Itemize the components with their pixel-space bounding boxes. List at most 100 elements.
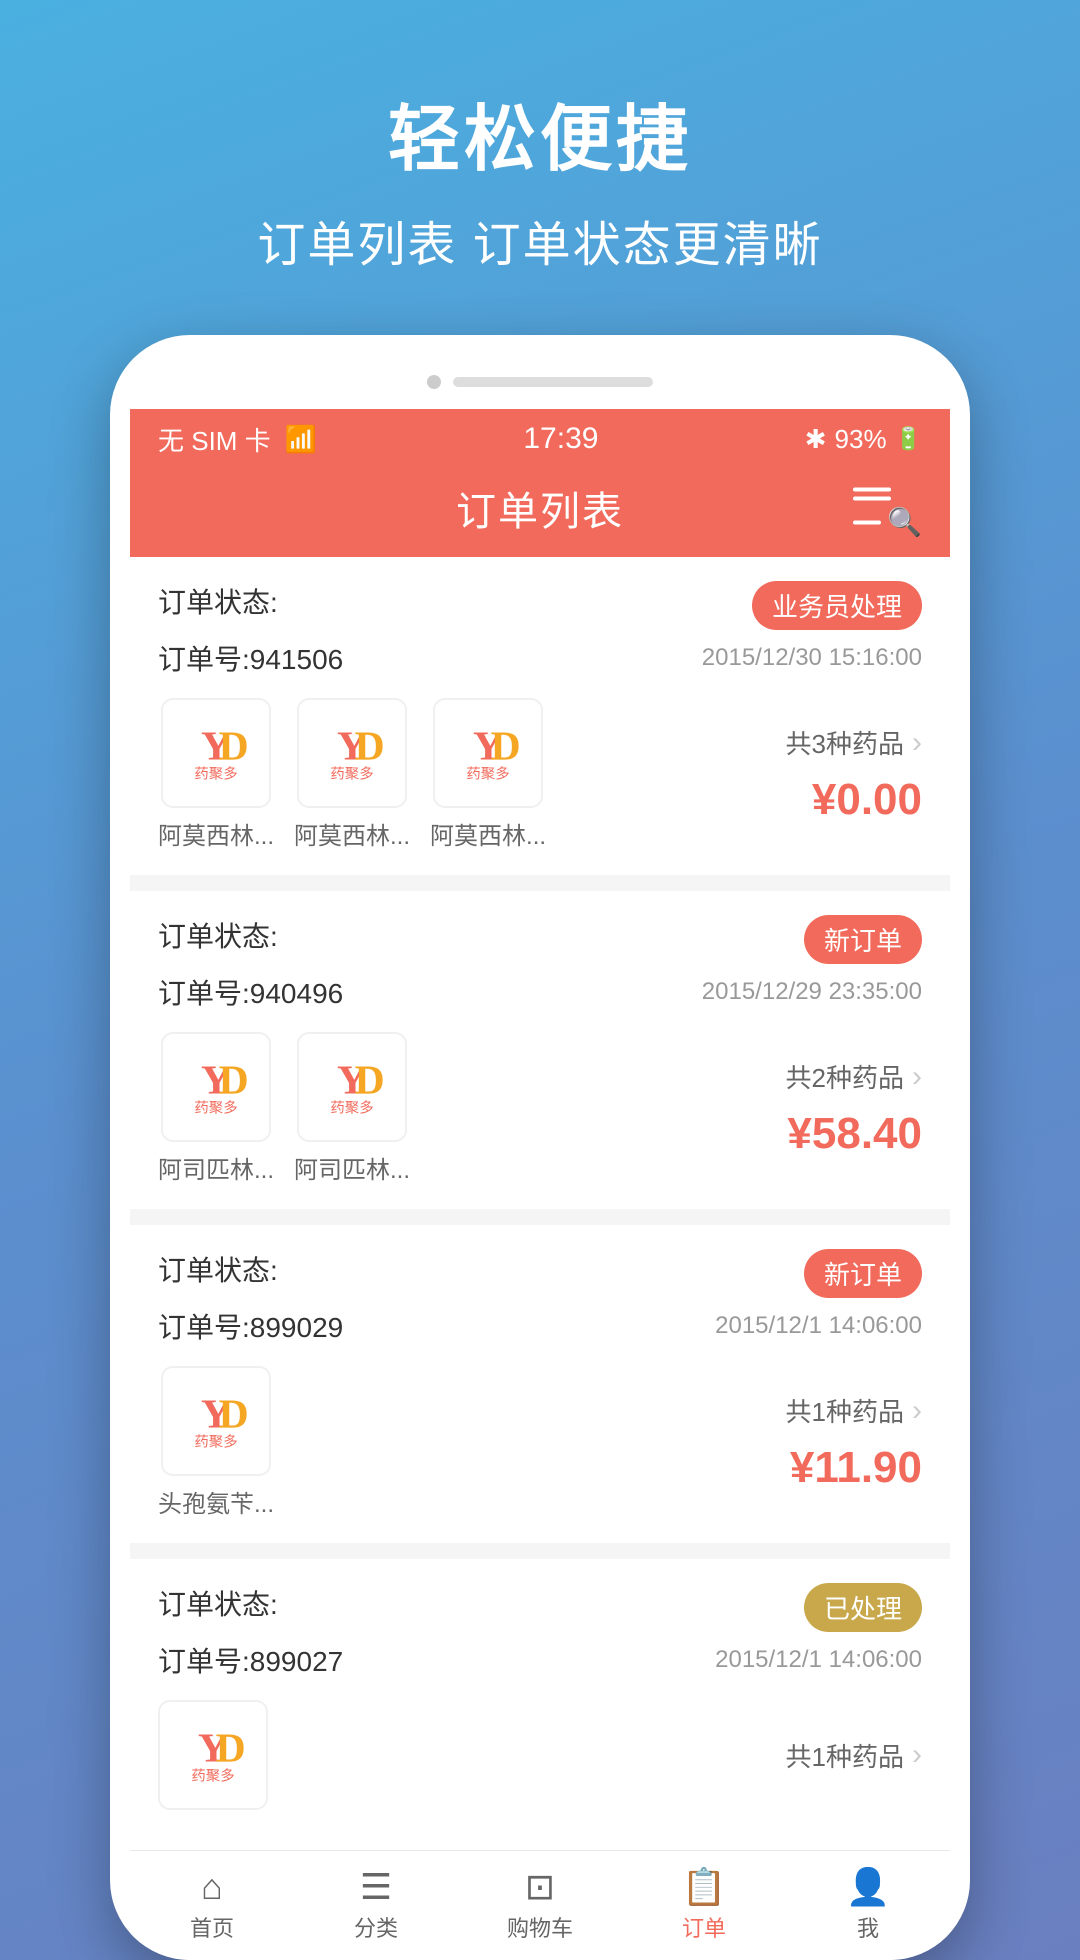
top-promo-section: 轻松便捷 订单列表 订单状态更清晰 [257,0,822,335]
tab-label: 我 [857,1911,879,1943]
drug-item: Y D 药聚多 阿司匹林... [158,1032,274,1185]
drug-logo: Y D 药聚多 [433,698,543,808]
drug-logo: Y D 药聚多 [161,698,271,808]
bluetooth-icon: ✱ [805,424,827,455]
page-title: 订单列表 [456,479,624,537]
carrier-label: 无 SIM 卡 [158,421,271,458]
svg-text:D: D [355,722,385,768]
tab-item-分类[interactable]: ☰ 分类 [294,1851,458,1960]
order-header: 订单状态: 已处理 [158,1583,922,1632]
chevron-right-icon: › [912,1394,922,1428]
order-header: 订单状态: 新订单 [158,1249,922,1298]
order-status-label: 订单状态: [158,581,278,621]
svg-text:D: D [219,722,249,768]
filter-search-button[interactable]: 🔍 [853,488,922,539]
chevron-right-icon: › [912,726,922,760]
count-text: 共3种药品 [786,724,904,761]
category-icon: ☰ [360,1869,392,1905]
svg-text:D: D [491,722,521,768]
status-right: ✱ 93% 🔋 [805,424,922,455]
phone-notch [130,365,950,409]
order-price: ¥11.90 [790,1443,922,1493]
order-list: 订单状态: 业务员处理 订单号:941506 2015/12/30 15:16:… [130,557,950,1834]
order-right: 共1种药品 › [786,1737,922,1774]
battery-percent: 93% [835,424,887,455]
order-items-row: Y D 药聚多 头孢氨苄... 共1种药品 › ¥11.90 [158,1366,922,1519]
svg-text:药聚多: 药聚多 [191,1768,234,1785]
svg-text:药聚多: 药聚多 [194,766,237,783]
items-count: 共2种药品 › [786,1058,922,1095]
order-date: 2015/12/1 14:06:00 [715,1312,922,1340]
drug-logo: Y D 药聚多 [158,1700,268,1810]
drug-name: 阿莫西林... [430,816,546,851]
menu-line-3 [853,520,881,524]
tab-bar: ⌂ 首页 ☰ 分类 ⊡ 购物车 📋 订单 👤 我 [130,1850,950,1960]
drug-name: 阿莫西林... [158,816,274,851]
svg-text:药聚多: 药聚多 [330,1100,373,1117]
order-right: 共2种药品 › ¥58.40 [786,1058,922,1159]
drug-name: 阿司匹林... [294,1150,410,1185]
battery-icon: 🔋 [895,426,922,452]
items-count: 共3种药品 › [786,724,922,761]
tab-item-首页[interactable]: ⌂ 首页 [130,1851,294,1960]
svg-text:药聚多: 药聚多 [194,1100,237,1117]
top-subtitle: 订单列表 订单状态更清晰 [257,205,822,275]
drug-name: 阿司匹林... [158,1150,274,1185]
order-status-label: 订单状态: [158,915,278,955]
order-badge: 新订单 [804,1249,922,1298]
svg-text:D: D [219,1056,249,1102]
svg-text:D: D [216,1724,246,1770]
drug-logo: Y D 药聚多 [297,698,407,808]
tab-label: 订单 [682,1911,726,1943]
drug-logo: Y D 药聚多 [161,1032,271,1142]
order-items-row: Y D 药聚多 共1种药品 › [158,1700,922,1810]
order-header: 订单状态: 业务员处理 [158,581,922,630]
order-status-label: 订单状态: [158,1249,278,1289]
order-number: 订单号:899029 [158,1306,343,1346]
drug-item: Y D 药聚多 头孢氨苄... [158,1366,274,1519]
search-icon: 🔍 [887,506,922,539]
drug-item: Y D 药聚多 阿莫西林... [430,698,546,851]
drug-item: Y D 药聚多 阿莫西林... [158,698,274,851]
nav-bar: 订单列表 🔍 [130,469,950,557]
profile-icon: 👤 [846,1869,891,1905]
count-text: 共1种药品 [786,1737,904,1774]
chevron-right-icon: › [912,1060,922,1094]
svg-text:D: D [219,1390,249,1436]
status-left: 无 SIM 卡 📶 [158,421,317,458]
tab-item-购物车[interactable]: ⊡ 购物车 [458,1851,622,1960]
order-number: 订单号:941506 [158,638,343,678]
order-number: 订单号:940496 [158,972,343,1012]
drug-name: 阿莫西林... [294,816,410,851]
order-info-row: 订单号:899027 2015/12/1 14:06:00 [158,1640,922,1680]
order-badge: 业务员处理 [752,581,922,630]
orders-icon: 📋 [682,1869,727,1905]
drug-logo: Y D 药聚多 [161,1366,271,1476]
time-display: 17:39 [523,422,598,456]
drug-name: 头孢氨苄... [158,1484,274,1519]
order-items-row: Y D 药聚多 阿莫西林... Y D 药聚多 阿莫西林... Y D 药聚多 … [158,698,922,851]
order-badge: 新订单 [804,915,922,964]
notch-bar [453,377,653,387]
tab-label: 购物车 [507,1911,573,1943]
order-number: 订单号:899027 [158,1640,343,1680]
svg-text:D: D [355,1056,385,1102]
svg-text:药聚多: 药聚多 [330,766,373,783]
order-card[interactable]: 订单状态: 业务员处理 订单号:941506 2015/12/30 15:16:… [130,557,950,875]
notch-dot [427,375,441,389]
tab-item-我[interactable]: 👤 我 [786,1851,950,1960]
order-card[interactable]: 订单状态: 已处理 订单号:899027 2015/12/1 14:06:00 … [130,1559,950,1834]
tab-item-订单[interactable]: 📋 订单 [622,1851,786,1960]
order-card[interactable]: 订单状态: 新订单 订单号:899029 2015/12/1 14:06:00 … [130,1225,950,1543]
home-icon: ⌂ [201,1869,223,1905]
order-status-label: 订单状态: [158,1583,278,1623]
drug-item: Y D 药聚多 [158,1700,268,1810]
tab-label: 首页 [190,1911,234,1943]
order-card[interactable]: 订单状态: 新订单 订单号:940496 2015/12/29 23:35:00… [130,891,950,1209]
count-text: 共1种药品 [786,1392,904,1429]
order-items-row: Y D 药聚多 阿司匹林... Y D 药聚多 阿司匹林... 共2种药品 › … [158,1032,922,1185]
phone-frame: 无 SIM 卡 📶 17:39 ✱ 93% 🔋 订单列表 🔍 订单状态: 业务员… [110,335,970,1960]
order-right: 共1种药品 › ¥11.90 [786,1392,922,1493]
order-info-row: 订单号:941506 2015/12/30 15:16:00 [158,638,922,678]
tab-label: 分类 [354,1911,398,1943]
